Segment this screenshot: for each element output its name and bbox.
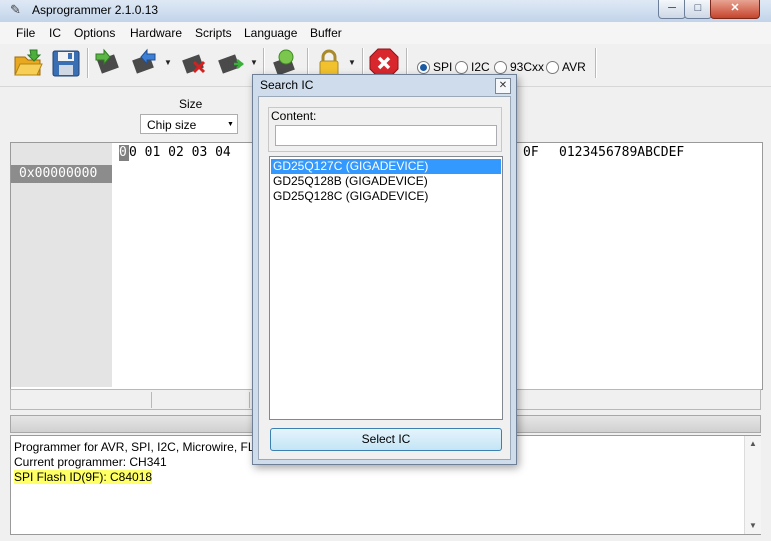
- save-icon[interactable]: [51, 48, 81, 78]
- dialog-title: Search IC: [260, 78, 314, 92]
- radio-spi-label: SPI: [433, 60, 453, 74]
- radio-avr-label: AVR: [562, 60, 586, 74]
- status-separator: [151, 392, 152, 408]
- dialog-body: Content: GD25Q127C (GIGADEVICE) GD25Q128…: [258, 96, 511, 460]
- size-label: Size: [179, 97, 203, 111]
- radio-i2c-label: I2C: [471, 60, 490, 74]
- radio-93cxx[interactable]: [494, 61, 507, 74]
- close-button[interactable]: ✕: [710, 0, 760, 19]
- chip-size-select[interactable]: Chip size ▼: [140, 114, 238, 134]
- list-item[interactable]: GD25Q128C (GIGADEVICE): [271, 189, 501, 204]
- status-separator: [249, 392, 250, 408]
- menu-file[interactable]: File: [16, 26, 35, 40]
- content-label: Content:: [271, 109, 317, 123]
- hex-row-address[interactable]: 0x00000000: [11, 165, 112, 183]
- app-icon: ✎: [10, 2, 21, 17]
- hex-ascii-header: 0123456789ABCDEF: [559, 145, 685, 160]
- toolbar-separator: [595, 48, 597, 78]
- open-folder-icon[interactable]: [13, 48, 43, 78]
- hex-column-last: 0F: [523, 145, 539, 160]
- chevron-down-icon: ▼: [227, 121, 234, 128]
- menu-language[interactable]: Language: [244, 26, 297, 40]
- menu-options[interactable]: Options: [74, 26, 115, 40]
- menu-scripts[interactable]: Scripts: [195, 26, 232, 40]
- read-chip-icon[interactable]: [93, 48, 123, 78]
- list-item[interactable]: GD25Q128B (GIGADEVICE): [271, 174, 501, 189]
- menu-buffer[interactable]: Buffer: [310, 26, 342, 40]
- radio-93cxx-label: 93Cxx: [510, 60, 545, 74]
- hex-cursor-column: 0: [119, 145, 129, 161]
- dialog-close-button[interactable]: ✕: [495, 78, 511, 94]
- chip-size-value: Chip size: [147, 118, 197, 132]
- hex-column-headers: 0 01 02 03 04: [129, 145, 231, 160]
- radio-i2c[interactable]: [455, 61, 468, 74]
- maximize-button[interactable]: □: [684, 0, 712, 19]
- window-title: Asprogrammer 2.1.0.13: [32, 3, 159, 17]
- list-item[interactable]: GD25Q127C (GIGADEVICE): [271, 159, 501, 174]
- title-bar[interactable]: ✎ Asprogrammer 2.1.0.13 ─ □ ✕: [0, 0, 771, 23]
- search-ic-dialog: Search IC ✕ Content: GD25Q127C (GIGADEVI…: [252, 74, 517, 465]
- scroll-down-icon[interactable]: ▼: [749, 521, 757, 530]
- scroll-up-icon[interactable]: ▲: [749, 439, 757, 448]
- radio-spi[interactable]: [417, 61, 430, 74]
- toolbar-separator: [87, 48, 89, 78]
- radio-avr[interactable]: [546, 61, 559, 74]
- lock-dropdown-arrow[interactable]: ▼: [348, 58, 356, 67]
- select-ic-button[interactable]: Select IC: [270, 428, 502, 451]
- log-line: Current programmer: CH341: [14, 455, 167, 469]
- menu-ic[interactable]: IC: [49, 26, 61, 40]
- erase-chip-icon[interactable]: [178, 48, 208, 78]
- log-scrollbar[interactable]: ▲ ▼: [744, 436, 761, 534]
- write-chip-icon[interactable]: [128, 48, 158, 78]
- ic-list[interactable]: GD25Q127C (GIGADEVICE) GD25Q128B (GIGADE…: [269, 156, 503, 420]
- content-search-input[interactable]: [275, 125, 497, 146]
- menu-hardware[interactable]: Hardware: [130, 26, 182, 40]
- minimize-button[interactable]: ─: [658, 0, 686, 19]
- log-line: Programmer for AVR, SPI, I2C, Microwire,…: [14, 440, 263, 454]
- log-line-highlighted: SPI Flash ID(9F): C84018: [14, 470, 153, 484]
- verify-chip-icon[interactable]: [214, 48, 245, 78]
- write-dropdown-arrow[interactable]: ▼: [164, 58, 172, 67]
- menu-bar: File IC Options Hardware Scripts Languag…: [0, 22, 771, 45]
- verify-dropdown-arrow[interactable]: ▼: [250, 58, 258, 67]
